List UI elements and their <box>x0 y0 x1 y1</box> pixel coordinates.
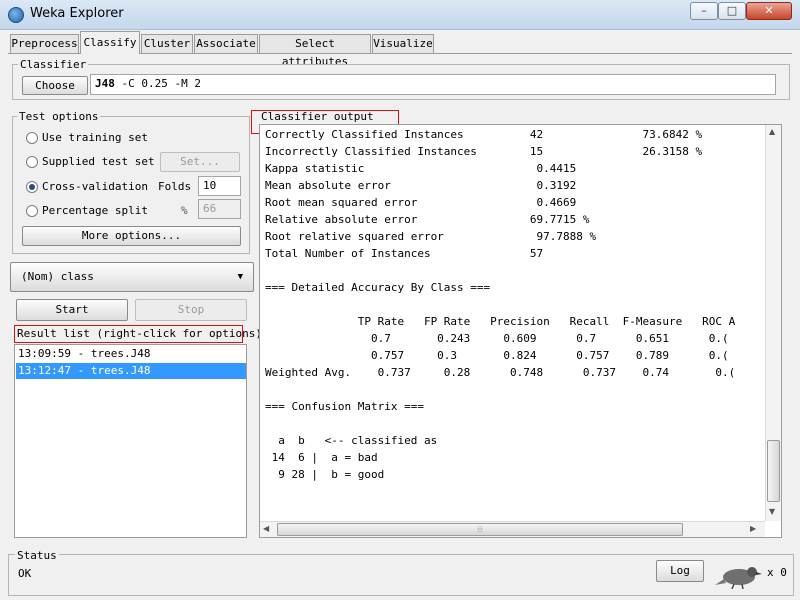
supplied-test-set-label: Supplied test set <box>42 155 155 168</box>
classifier-config-field[interactable]: J48 -C 0.25 -M 2 <box>90 74 776 95</box>
vertical-scroll-thumb[interactable] <box>767 440 780 502</box>
tab-select-attributes[interactable]: Select attributes <box>259 34 371 68</box>
class-attribute-value: (Nom) class <box>21 270 94 283</box>
use-training-set-radio[interactable] <box>26 132 38 144</box>
scroll-right-icon[interactable]: ▶ <box>750 524 756 533</box>
classifier-section-label: Classifier <box>18 58 89 71</box>
folds-label: Folds <box>158 180 192 193</box>
percentage-split-radio[interactable] <box>26 205 38 217</box>
supplied-test-set-radio[interactable] <box>26 156 38 168</box>
horizontal-scroll-thumb[interactable]: ⦙⦙⦙ <box>277 523 683 536</box>
scroll-down-icon[interactable]: ▼ <box>769 507 775 516</box>
class-attribute-select[interactable]: (Nom) class ▼ <box>10 262 254 292</box>
scroll-up-icon[interactable]: ▲ <box>769 127 775 136</box>
close-button[interactable]: ✕ <box>746 2 792 20</box>
task-count: x 0 <box>767 566 787 579</box>
status-text: OK <box>18 567 32 580</box>
classifier-output-label: Classifier output <box>261 110 374 123</box>
cross-validation-radio[interactable] <box>26 181 38 193</box>
test-options-label: Test options <box>17 110 101 123</box>
more-options-button[interactable]: More options... <box>22 226 241 246</box>
classifier-output-text: Correctly Classified Instances 42 73.684… <box>265 128 736 481</box>
tab-associate[interactable]: Associate <box>194 34 258 53</box>
tab-cluster[interactable]: Cluster <box>141 34 193 53</box>
window-title: Weka Explorer <box>30 6 124 21</box>
set-button[interactable]: Set... <box>160 152 240 172</box>
start-button[interactable]: Start <box>16 299 128 321</box>
output-vertical-scrollbar[interactable]: ▲ ▼ <box>765 125 781 521</box>
result-list-label: Result list (right-click for options) <box>17 327 263 340</box>
classifier-options: -C 0.25 -M 2 <box>121 77 201 90</box>
weka-bird-icon[interactable] <box>712 561 762 589</box>
choose-button[interactable]: Choose <box>22 76 88 95</box>
minimize-button[interactable]: – <box>690 2 718 20</box>
classifier-name: J48 <box>95 77 115 90</box>
stop-button[interactable]: Stop <box>135 299 247 321</box>
folds-input[interactable]: 10 <box>198 176 241 196</box>
use-training-set-label: Use training set <box>42 131 148 144</box>
result-list-item-selected[interactable]: 13:12:47 - trees.J48 <box>16 363 246 379</box>
percentage-split-label: Percentage split <box>42 204 148 217</box>
tab-classify[interactable]: Classify <box>80 31 140 54</box>
cross-validation-label: Cross-validation <box>42 180 148 193</box>
classifier-output-area[interactable]: Correctly Classified Instances 42 73.684… <box>259 124 782 538</box>
percent-symbol: % <box>181 204 188 217</box>
percentage-input[interactable]: 66 <box>198 199 241 219</box>
scroll-left-icon[interactable]: ◀ <box>263 524 269 533</box>
tab-preprocess[interactable]: Preprocess <box>10 34 79 53</box>
result-list[interactable]: 13:09:59 - trees.J48 13:12:47 - trees.J4… <box>14 344 247 538</box>
weka-app-icon <box>8 7 24 23</box>
dropdown-arrow-icon: ▼ <box>237 272 243 282</box>
log-button[interactable]: Log <box>656 560 704 582</box>
tab-visualize[interactable]: Visualize <box>372 34 434 53</box>
status-label: Status <box>15 549 59 562</box>
maximize-button[interactable]: □ <box>718 2 746 20</box>
output-horizontal-scrollbar[interactable]: ◀ ⦙⦙⦙ ▶ <box>260 521 765 537</box>
result-list-item[interactable]: 13:09:59 - trees.J48 <box>16 346 246 362</box>
